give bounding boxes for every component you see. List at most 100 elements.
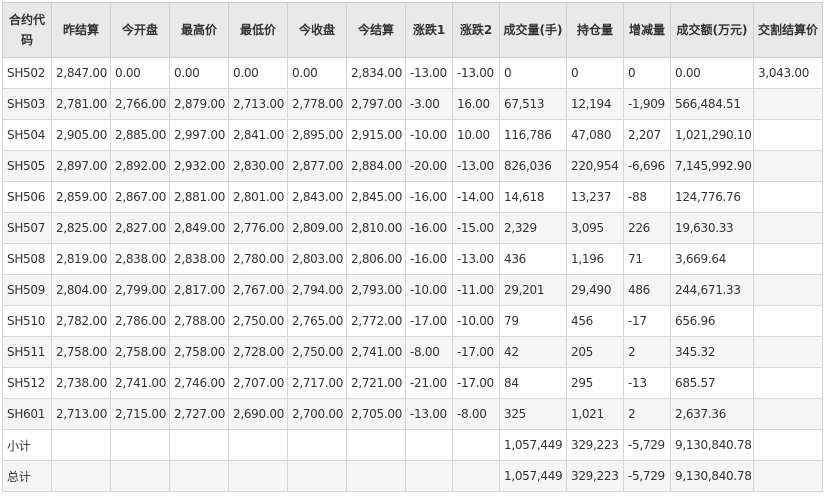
table-cell: 2,715.00 (110, 398, 170, 430)
table-cell: 29,490 (566, 274, 624, 306)
table-cell: 0.00 (169, 57, 229, 89)
column-header: 持仓量 (566, 2, 624, 58)
table-row: SH601 2,713.00 2,715.00 2,727.00 2,690.00 2,7… (2, 398, 823, 430)
table-cell: 2,809.00 (287, 212, 347, 244)
contract-code-cell: 小计 (2, 429, 52, 461)
table-cell: 2,838.00 (110, 243, 170, 275)
table-cell: 124,776.76 (670, 181, 754, 213)
table-cell: 2,892.00 (110, 150, 170, 182)
table-row: SH509 2,804.00 2,799.00 2,817.00 2,767.00 2,7… (2, 274, 823, 306)
table-cell: 2,700.00 (287, 398, 347, 430)
table-cell: 2,997.00 (169, 119, 229, 151)
table-cell: 244,671.33 (670, 274, 754, 306)
table-cell: 2,881.00 (169, 181, 229, 213)
table-cell: 2,810.00 (346, 212, 406, 244)
table-cell (753, 336, 823, 368)
table-cell (287, 429, 347, 461)
table-cell: 2,713.00 (228, 88, 288, 120)
table-cell: 2,728.00 (228, 336, 288, 368)
table-cell: 2,741.00 (110, 367, 170, 399)
table-cell: -13.00 (452, 150, 500, 182)
table-cell (405, 429, 453, 461)
contract-code-cell: SH510 (2, 305, 52, 337)
table-cell: 2 (623, 398, 671, 430)
table-cell: 2,845.00 (346, 181, 406, 213)
table-cell: 2,772.00 (346, 305, 406, 337)
table-cell: 685.57 (670, 367, 754, 399)
table-row: SH512 2,738.00 2,741.00 2,746.00 2,707.00 2,7… (2, 367, 823, 399)
table-cell: -13 (623, 367, 671, 399)
table-cell: 2,915.00 (346, 119, 406, 151)
table-cell: 14,618 (499, 181, 567, 213)
table-cell: 3,095 (566, 212, 624, 244)
table-cell (452, 460, 500, 492)
table-cell: 2,690.00 (228, 398, 288, 430)
table-cell (452, 429, 500, 461)
table-cell: 1,021,290.10 (670, 119, 754, 151)
table-cell (753, 460, 823, 492)
column-header: 昨结算 (51, 2, 111, 58)
table-cell: 2,776.00 (228, 212, 288, 244)
table-cell (753, 181, 823, 213)
table-cell: 67,513 (499, 88, 567, 120)
column-header: 今收盘 (287, 2, 347, 58)
table-cell: 116,786 (499, 119, 567, 151)
table-cell (169, 429, 229, 461)
table-cell: 1,021 (566, 398, 624, 430)
table-cell: 2,721.00 (346, 367, 406, 399)
table-cell: 0 (623, 57, 671, 89)
table-cell: -1,909 (623, 88, 671, 120)
table-cell: 329,223 (566, 460, 624, 492)
table-cell: 0 (566, 57, 624, 89)
table-cell: 2,767.00 (228, 274, 288, 306)
table-cell: 2,794.00 (287, 274, 347, 306)
table-cell: 2,803.00 (287, 243, 347, 275)
table-cell (287, 460, 347, 492)
table-cell: 325 (499, 398, 567, 430)
table-cell: 2,750.00 (228, 305, 288, 337)
table-cell: 3,043.00 (753, 57, 823, 89)
table-header: 合约代码 昨结算 今开盘 最高价 最低价 今收盘 今结算 涨跌1 涨跌2 成交量(手) 持仓量 增减量… (2, 2, 823, 58)
table-cell: 1,057,449 (499, 429, 567, 461)
table-cell: -6,696 (623, 150, 671, 182)
table-cell: -10.00 (405, 119, 453, 151)
column-header: 今结算 (346, 2, 406, 58)
table-cell: -8.00 (405, 336, 453, 368)
table-cell: 2,849.00 (169, 212, 229, 244)
table-cell: -20.00 (405, 150, 453, 182)
table-cell: 329,223 (566, 429, 624, 461)
table-cell: -10.00 (405, 274, 453, 306)
table-cell (753, 150, 823, 182)
table-cell: 2,806.00 (346, 243, 406, 275)
table-cell: 2,758.00 (51, 336, 111, 368)
table-cell (110, 460, 170, 492)
table-cell: 2,859.00 (51, 181, 111, 213)
table-cell: 2,843.00 (287, 181, 347, 213)
table-cell: 2,867.00 (110, 181, 170, 213)
table-cell: 2,830.00 (228, 150, 288, 182)
table-cell: -13.00 (452, 243, 500, 275)
table-cell (110, 429, 170, 461)
contract-code-cell: SH601 (2, 398, 52, 430)
table-cell: 0.00 (228, 57, 288, 89)
table-cell: 2,765.00 (287, 305, 347, 337)
table-cell: -14.00 (452, 181, 500, 213)
table-cell: 10.00 (452, 119, 500, 151)
table-cell: 1,196 (566, 243, 624, 275)
table-cell (753, 243, 823, 275)
contract-code-cell: SH511 (2, 336, 52, 368)
table-cell (753, 88, 823, 120)
table-cell: 2,834.00 (346, 57, 406, 89)
table-cell: 566,484.51 (670, 88, 754, 120)
table-cell: 2,781.00 (51, 88, 111, 120)
table-cell: -17.00 (405, 305, 453, 337)
table-cell (51, 460, 111, 492)
table-cell: 2,786.00 (110, 305, 170, 337)
table-cell: 47,080 (566, 119, 624, 151)
contract-code-cell: SH506 (2, 181, 52, 213)
table-cell: 486 (623, 274, 671, 306)
column-header: 最低价 (228, 2, 288, 58)
table-cell: 2,838.00 (169, 243, 229, 275)
table-cell: -8.00 (452, 398, 500, 430)
table-row: SH505 2,897.00 2,892.00 2,932.00 2,830.00 2,8… (2, 150, 823, 182)
